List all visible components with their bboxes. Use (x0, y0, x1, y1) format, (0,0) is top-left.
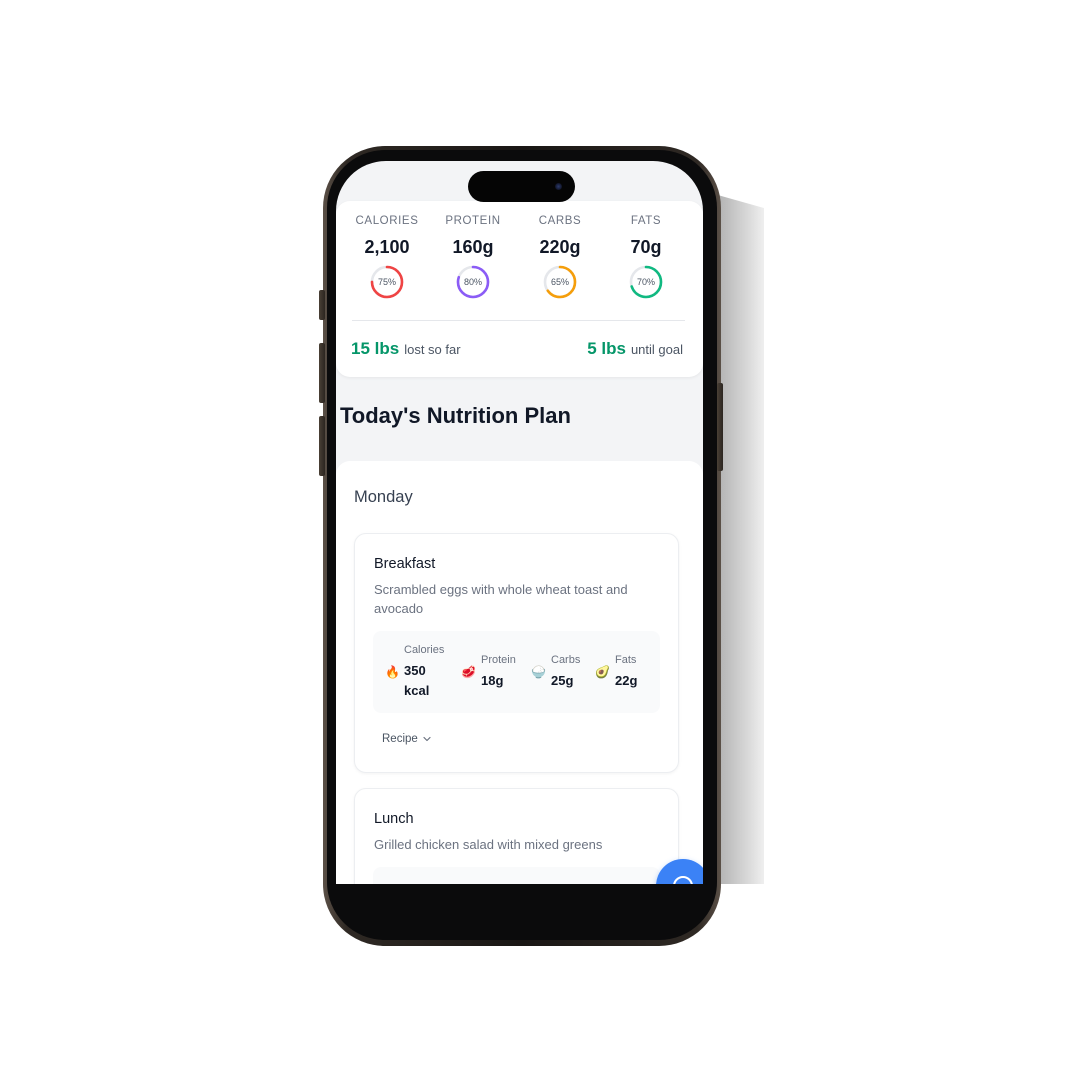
meal-name: Breakfast (374, 556, 436, 572)
day-heading: Monday (354, 488, 413, 506)
fire-icon: 🔥 (385, 665, 400, 679)
nutrient-value: 18g (481, 673, 504, 688)
weight-lost-label: lost so far (404, 342, 461, 357)
phone-screen: CALORIES 2,100 75% PROTEIN 160g 80% CARB… (336, 161, 703, 884)
weight-progress: 15 lbs lost so far 5 lbs until goal (351, 339, 683, 363)
ring-percent: 75% (377, 277, 396, 287)
weight-remaining-label: until goal (630, 342, 683, 357)
avocado-icon: 🥑 (595, 665, 610, 679)
rice-icon: 🍚 (531, 665, 546, 679)
macro-label: PROTEIN (445, 215, 501, 227)
progress-ring: 75% (370, 265, 404, 299)
macro-label: CALORIES (355, 215, 419, 227)
weight-remaining-value: 5 lbs (587, 339, 626, 358)
chevron-down-icon (423, 736, 431, 742)
ring-percent: 80% (463, 277, 482, 287)
side-button (319, 343, 325, 403)
macro-label: FATS (630, 215, 662, 227)
nutrition-plan-panel: Monday Breakfast Scrambled eggs with who… (336, 461, 703, 884)
macro-summary-card: CALORIES 2,100 75% PROTEIN 160g 80% CARB… (336, 201, 703, 377)
progress-ring: 65% (543, 265, 577, 299)
macro-value: 2,100 (364, 237, 410, 257)
recipe-toggle-button[interactable]: Recipe (382, 733, 432, 745)
meat-icon: 🥩 (461, 665, 476, 679)
meal-description: Grilled chicken salad with mixed greens (374, 837, 603, 852)
page-title: Today's Nutrition Plan (340, 403, 571, 428)
meal-card-lunch[interactable]: Lunch Grilled chicken salad with mixed g… (354, 788, 679, 884)
macro-protein: PROTEIN 160g 80% (430, 215, 516, 299)
divider (352, 320, 685, 321)
meal-description: Scrambled eggs with whole wheat toast an… (374, 582, 628, 616)
weight-remaining: 5 lbs until goal (587, 339, 683, 359)
weight-lost: 15 lbs lost so far (351, 339, 461, 359)
side-button (717, 383, 723, 471)
progress-ring: 70% (629, 265, 663, 299)
side-button (319, 290, 325, 320)
meal-card-breakfast[interactable]: Breakfast Scrambled eggs with whole whea… (354, 533, 679, 773)
macro-label: CARBS (538, 215, 582, 227)
nutrition-facts: 🔥 Calories 350 kcal 🥩 Protein 18g 🍚 Carb… (373, 631, 660, 713)
recipe-label: Recipe (382, 733, 418, 745)
nutrition-facts (373, 867, 660, 884)
nutrient-label: Protein (481, 654, 516, 666)
ring-percent: 70% (636, 277, 655, 287)
camera-icon (555, 183, 562, 190)
nutrient-value: 25g (551, 673, 574, 688)
meal-name: Lunch (374, 811, 414, 827)
nutrient-label: Fats (615, 654, 637, 666)
nutrient-value: 350 kcal (404, 663, 430, 698)
progress-ring: 80% (456, 265, 490, 299)
ring-percent: 65% (550, 277, 569, 287)
device-mockup: CALORIES 2,100 75% PROTEIN 160g 80% CARB… (0, 0, 1080, 1080)
side-button (319, 416, 325, 476)
weight-lost-value: 15 lbs (351, 339, 400, 358)
nutrient-label: Carbs (551, 654, 581, 666)
macro-value: 70g (630, 237, 662, 257)
chat-icon (673, 876, 693, 884)
macro-calories: CALORIES 2,100 75% (344, 215, 430, 299)
macro-fats: FATS 70g 70% (603, 215, 689, 299)
dynamic-island (468, 171, 575, 202)
macro-carbs: CARBS 220g 65% (517, 215, 603, 299)
macro-value: 160g (452, 237, 494, 257)
nutrient-label: Calories (404, 644, 445, 656)
nutrient-value: 22g (615, 673, 638, 688)
macro-value: 220g (539, 237, 581, 257)
